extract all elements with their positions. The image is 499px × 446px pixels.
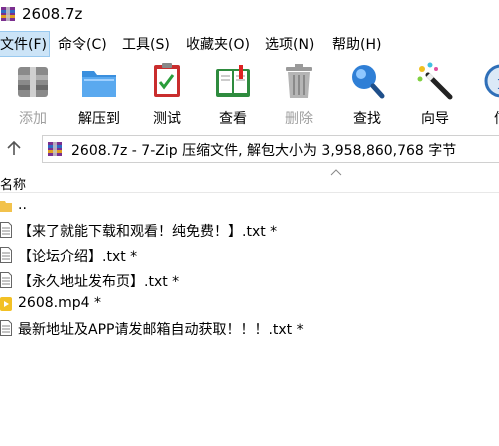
extract-to-button-label: 解压到 bbox=[78, 111, 120, 127]
info-button[interactable]: i 信 bbox=[472, 58, 499, 128]
add-button[interactable]: 添加 bbox=[4, 58, 62, 128]
text-file-icon bbox=[0, 320, 12, 336]
add-archive-icon bbox=[18, 67, 48, 97]
address-field[interactable]: 2608.7z - 7-Zip 压缩文件, 解包大小为 3,958,860,76… bbox=[42, 135, 499, 163]
sort-up-icon bbox=[330, 169, 342, 176]
window-title: 2608.7z bbox=[22, 5, 83, 23]
find-button[interactable]: 查找 bbox=[338, 58, 396, 128]
wizard-button[interactable]: 向导 bbox=[406, 58, 464, 128]
text-file-icon bbox=[0, 247, 12, 263]
view-button[interactable]: 查看 bbox=[204, 58, 262, 128]
view-book-icon bbox=[216, 65, 250, 97]
wizard-wand-icon bbox=[417, 62, 453, 100]
toolbar: 添加 解压到 测试 查看 删除 查找 向导 bbox=[0, 58, 499, 128]
column-name-header[interactable]: 名称 bbox=[0, 174, 26, 193]
add-button-label: 添加 bbox=[19, 111, 47, 127]
menu-help[interactable]: 帮助(H) bbox=[332, 34, 381, 54]
find-button-label: 查找 bbox=[353, 111, 381, 127]
menu-favorites[interactable]: 收藏夹(O) bbox=[186, 34, 250, 54]
file-name: 最新地址及APP请发邮箱自动获取！！！.txt * bbox=[18, 322, 304, 338]
up-arrow-icon[interactable] bbox=[4, 138, 24, 158]
trash-can-icon bbox=[286, 64, 312, 98]
view-button-label: 查看 bbox=[219, 111, 247, 127]
list-item[interactable]: .. bbox=[0, 195, 499, 217]
text-file-icon bbox=[0, 222, 12, 238]
wizard-button-label: 向导 bbox=[421, 111, 449, 127]
list-item[interactable]: 最新地址及APP请发邮箱自动获取！！！.txt * bbox=[0, 317, 499, 339]
list-item[interactable]: 【永久地址发布页】.txt * bbox=[0, 269, 499, 291]
file-name: 2608.mp4 * bbox=[18, 295, 101, 311]
file-name: .. bbox=[18, 197, 27, 213]
menu-bar: 文件(F) 命令(C) 工具(S) 收藏夹(O) 选项(N) 帮助(H) bbox=[0, 31, 499, 57]
menu-command[interactable]: 命令(C) bbox=[58, 34, 107, 54]
file-name: 【论坛介绍】.txt * bbox=[18, 249, 138, 265]
folder-icon bbox=[0, 201, 12, 212]
address-bar: 2608.7z - 7-Zip 压缩文件, 解包大小为 3,958,860,76… bbox=[0, 134, 499, 164]
video-file-icon bbox=[0, 297, 12, 311]
column-header: 名称 bbox=[0, 169, 499, 193]
address-text: 2608.7z - 7-Zip 压缩文件, 解包大小为 3,958,860,76… bbox=[71, 143, 457, 159]
test-checklist-icon bbox=[154, 63, 180, 97]
menu-file[interactable]: 文件(F) bbox=[0, 31, 50, 57]
archive-file-icon bbox=[48, 142, 62, 156]
list-item[interactable]: 2608.mp4 * bbox=[0, 293, 499, 315]
winrar-app-icon[interactable] bbox=[0, 6, 16, 22]
list-item[interactable]: 【论坛介绍】.txt * bbox=[0, 244, 499, 266]
extract-to-button[interactable]: 解压到 bbox=[70, 58, 128, 128]
extract-folder-icon bbox=[82, 71, 116, 97]
file-name: 【来了就能下载和观看！纯免费！】.txt * bbox=[18, 224, 278, 240]
info-button-label: 信 bbox=[472, 108, 499, 128]
delete-button[interactable]: 删除 bbox=[270, 58, 328, 128]
file-name: 【永久地址发布页】.txt * bbox=[18, 274, 180, 290]
menu-options[interactable]: 选项(N) bbox=[265, 34, 314, 54]
list-item[interactable]: 【来了就能下载和观看！纯免费！】.txt * bbox=[0, 219, 499, 241]
info-icon: i bbox=[484, 64, 499, 98]
test-button-label: 测试 bbox=[153, 111, 181, 127]
delete-button-label: 删除 bbox=[285, 111, 313, 127]
test-button[interactable]: 测试 bbox=[138, 58, 196, 128]
magnifier-icon bbox=[352, 65, 385, 99]
title-bar: 2608.7z bbox=[0, 0, 499, 30]
text-file-icon bbox=[0, 272, 12, 288]
menu-tools[interactable]: 工具(S) bbox=[122, 34, 170, 54]
